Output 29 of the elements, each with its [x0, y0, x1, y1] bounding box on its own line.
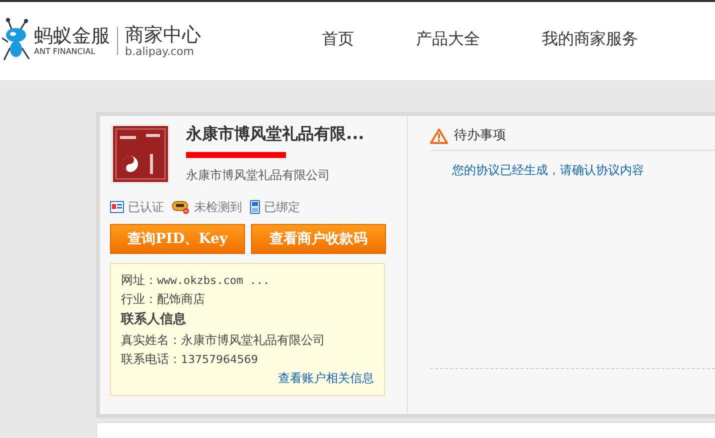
brand-name: 蚂蚁金服 — [34, 25, 110, 47]
id-card-icon — [110, 201, 124, 213]
status-label: 已绑定 — [264, 199, 300, 216]
industry-label: 行业： — [121, 291, 157, 308]
website-value: www.okzbs.com ... — [157, 273, 270, 289]
phone-value: 13757964569 — [181, 352, 258, 368]
warning-icon — [430, 128, 448, 144]
phone-label: 联系电话： — [121, 351, 181, 368]
todo-title: 待办事项 — [454, 127, 506, 145]
status-label: 已认证 — [128, 199, 164, 216]
site-name: 商家中心 — [125, 24, 201, 46]
usb-key-icon — [172, 200, 190, 214]
todo-link[interactable]: 您的协议已经生成，请确认协议内容 — [452, 160, 715, 178]
site-url: b.alipay.com — [125, 46, 195, 58]
nav-link[interactable]: 我的商家服务 — [542, 27, 638, 51]
industry-value: 配饰商店 — [157, 291, 205, 308]
nav-link[interactable]: 产品大全 — [416, 27, 480, 51]
brand-tagline: ANT FINANCIAL — [34, 47, 96, 57]
merchant-title: 永康市博风堂礼品有限... — [186, 124, 364, 144]
seal-icon — [110, 124, 170, 184]
name-value: 永康市博风堂礼品有限公司 — [181, 332, 325, 349]
status-label: 未检测到 — [194, 199, 242, 216]
nav-link[interactable]: 首页 — [322, 27, 354, 51]
contact-heading: 联系人信息 — [121, 310, 187, 329]
company-name: 永康市博风堂礼品有限公司 — [186, 167, 331, 184]
account-info-link[interactable]: 查看账户相关信息 — [278, 369, 374, 388]
name-label: 真实姓名： — [121, 332, 181, 349]
phone-icon — [250, 200, 260, 214]
website-label: 网址： — [121, 272, 157, 289]
